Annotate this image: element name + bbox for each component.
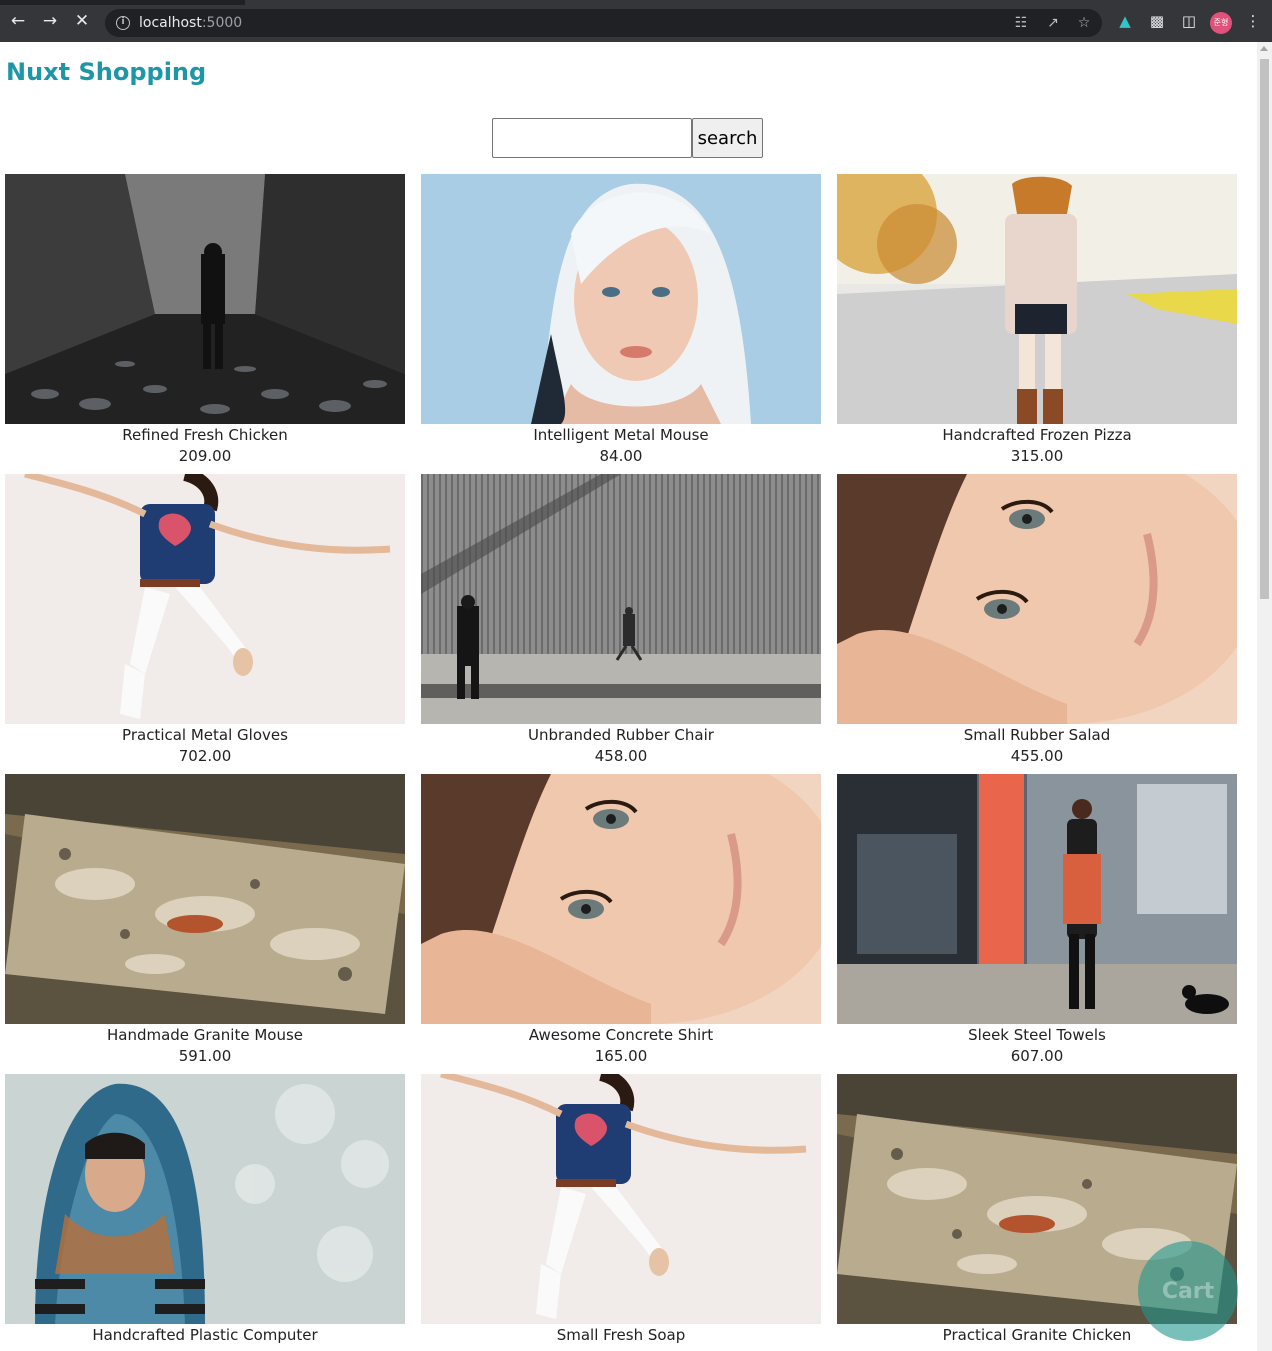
product-card[interactable]: Small Rubber Salad 455.00 — [837, 474, 1237, 774]
product-card[interactable]: Sleek Steel Towels 607.00 — [837, 774, 1237, 1074]
product-name[interactable]: Practical Metal Gloves — [5, 726, 405, 744]
product-card[interactable]: Awesome Concrete Shirt 165.00 — [421, 774, 821, 1074]
product-name[interactable]: Small Fresh Soap — [421, 1326, 821, 1344]
product-name[interactable]: Refined Fresh Chicken — [5, 426, 405, 444]
tab-strip — [0, 0, 1272, 5]
product-image[interactable] — [421, 774, 821, 1024]
product-image[interactable] — [421, 174, 821, 424]
product-card[interactable]: Unbranded Rubber Chair 458.00 — [421, 474, 821, 774]
cart-button[interactable]: Cart — [1138, 1241, 1238, 1341]
product-card[interactable]: Handcrafted Frozen Pizza 315.00 — [837, 174, 1237, 474]
extension-logo-icon[interactable]: ▲ — [1117, 13, 1133, 29]
search-button[interactable]: search — [692, 118, 763, 158]
product-price: 458.00 — [594, 747, 648, 765]
product-name[interactable]: Handcrafted Frozen Pizza — [837, 426, 1237, 444]
product-name[interactable]: Intelligent Metal Mouse — [421, 426, 821, 444]
product-image[interactable] — [5, 1074, 405, 1324]
product-name[interactable]: Sleek Steel Towels — [837, 1026, 1237, 1044]
product-card[interactable]: Practical Metal Gloves 702.00 — [5, 474, 405, 774]
product-name[interactable]: Awesome Concrete Shirt — [421, 1026, 821, 1044]
product-card[interactable]: Refined Fresh Chicken 209.00 — [5, 174, 405, 474]
product-card[interactable]: Handcrafted Plastic Computer — [5, 1074, 405, 1351]
bookmark-star-icon[interactable]: ☆ — [1076, 15, 1092, 31]
page-scrollbar[interactable] — [1257, 42, 1272, 1351]
product-price: 455.00 — [1010, 747, 1064, 765]
product-price: 607.00 — [1010, 1047, 1064, 1065]
product-image[interactable] — [421, 1074, 821, 1324]
product-name[interactable]: Unbranded Rubber Chair — [421, 726, 821, 744]
product-image[interactable] — [837, 774, 1237, 1024]
cart-label: Cart — [1161, 1279, 1215, 1304]
translate-icon[interactable]: ☷ — [1013, 15, 1029, 31]
product-card[interactable]: Intelligent Metal Mouse 84.00 — [421, 174, 821, 474]
product-price: 209.00 — [178, 447, 232, 465]
search-input[interactable] — [492, 118, 692, 158]
kebab-menu-icon[interactable]: ⋮ — [1245, 13, 1261, 29]
product-price: 84.00 — [599, 447, 643, 465]
side-panel-icon[interactable]: ◫ — [1181, 13, 1197, 29]
product-price: 315.00 — [1010, 447, 1064, 465]
product-image[interactable] — [5, 774, 405, 1024]
extensions-puzzle-icon[interactable]: ▩ — [1149, 13, 1165, 29]
product-name[interactable]: Handmade Granite Mouse — [5, 1026, 405, 1044]
forward-arrow-icon[interactable]: → — [41, 12, 59, 30]
address-bar[interactable]: i localhost:5000 ☷ ↗ ☆ — [105, 9, 1102, 37]
address-url[interactable]: localhost:5000 — [139, 15, 242, 31]
product-image[interactable] — [5, 174, 405, 424]
product-name[interactable]: Handcrafted Plastic Computer — [5, 1326, 405, 1344]
back-arrow-icon[interactable]: ← — [9, 12, 27, 30]
product-name[interactable]: Small Rubber Salad — [837, 726, 1237, 744]
product-image[interactable] — [5, 474, 405, 724]
product-price: 591.00 — [178, 1047, 232, 1065]
product-image[interactable] — [837, 174, 1237, 424]
site-title[interactable]: Nuxt Shopping — [6, 58, 206, 86]
site-info-icon[interactable]: i — [116, 16, 130, 30]
browser-toolbar: ← → ✕ i localhost:5000 ☷ ↗ ☆ ▲ ▩ ◫ 준형 ⋮ — [0, 0, 1272, 42]
product-image[interactable] — [837, 474, 1237, 724]
profile-avatar[interactable]: 준형 — [1210, 12, 1232, 34]
product-image[interactable] — [421, 474, 821, 724]
product-card[interactable]: Handmade Granite Mouse 591.00 — [5, 774, 405, 1074]
scroll-up-arrow-icon[interactable] — [1260, 46, 1268, 51]
product-price: 165.00 — [594, 1047, 648, 1065]
scrollbar-thumb[interactable] — [1260, 59, 1269, 599]
stop-loading-icon[interactable]: ✕ — [73, 12, 91, 30]
product-card[interactable]: Small Fresh Soap — [421, 1074, 821, 1351]
url-port: :5000 — [201, 15, 243, 31]
product-price: 702.00 — [178, 747, 232, 765]
url-host: localhost — [139, 15, 202, 31]
share-icon[interactable]: ↗ — [1045, 15, 1061, 31]
